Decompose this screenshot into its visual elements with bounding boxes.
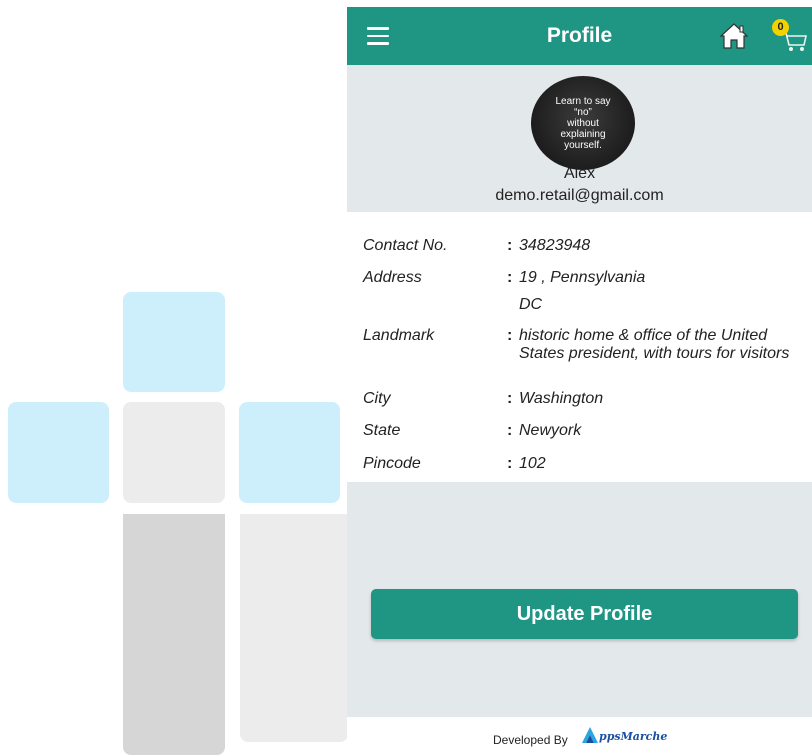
update-profile-button[interactable]: Update Profile [371,589,798,639]
avatar-text-1: Learn to say [555,95,611,107]
avatar-text-3: without [567,117,599,129]
developed-by-label: Developed By [493,733,568,747]
brand-logo-icon [582,727,598,743]
profile-name: Alex [563,165,596,182]
detail-colon: : [507,269,513,286]
detail-value: 19 , Pennsylvania [519,269,646,286]
app-bar: Profile 0 [347,7,812,65]
decor-tile-top [123,292,225,392]
detail-label: Address [363,269,422,286]
avatar[interactable]: Learn to say “no” without explaining you… [531,76,635,170]
detail-colon: : [507,455,513,472]
cart-badge: 0 [772,19,789,36]
avatar-text-4: explaining [560,128,606,140]
profile-email: demo.retail@gmail.com [495,187,664,204]
detail-label: Landmark [363,327,435,344]
home-icon[interactable] [720,23,748,49]
decor-strip-left [123,514,225,755]
detail-colon: : [507,327,513,344]
footer: Developed By ppsMarche [347,717,812,755]
avatar-text-5: yourself. [564,139,602,151]
detail-value: Newyork [519,422,582,439]
decor-strip-right [240,514,348,742]
detail-colon: : [507,390,513,407]
cart-button[interactable]: 0 [772,19,808,53]
detail-label: State [363,422,401,439]
detail-label: Contact No. [363,237,448,254]
brand-name[interactable]: ppsMarche [599,730,667,743]
profile-header: Learn to say “no” without explaining you… [347,65,812,212]
decor-tile-left [8,402,109,503]
detail-label: City [363,390,391,407]
decor-tile-right [239,402,340,503]
detail-colon: : [507,422,513,439]
profile-details: Contact No. : 34823948 Address : 19 , Pe… [347,212,812,482]
detail-colon: : [507,237,513,254]
detail-value: 102 [519,455,546,472]
detail-label: Pincode [363,455,421,472]
decor-tile-center [123,402,225,503]
detail-value: 34823948 [519,237,591,254]
detail-value-line2: DC [519,296,543,313]
avatar-text-2: “no” [574,106,592,118]
detail-value: Washington [519,390,604,407]
detail-value: historic home & office of the United Sta… [519,327,790,362]
app-screen: Profile 0 Learn to say “no” without expl… [347,7,812,755]
